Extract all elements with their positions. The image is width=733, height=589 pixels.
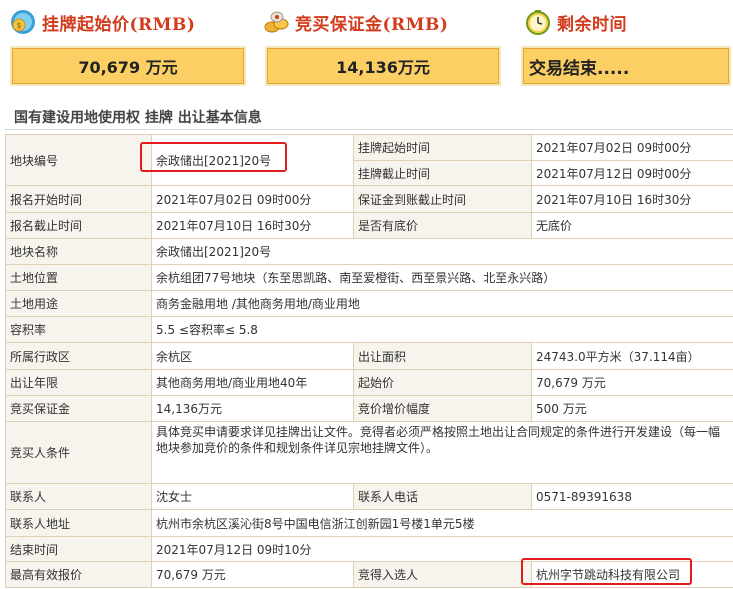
section-title-bar: 国有建设用地使用权 挂牌 出让基本信息 [5, 100, 733, 130]
address-value: 杭州市余杭区溪沁街8号中国电信浙江创新园1号楼1单元5楼 [151, 509, 733, 537]
deposit-deadline-value: 2021年07月10日 16时30分 [531, 185, 733, 213]
listing-end-value: 2021年07月12日 09时00分 [531, 160, 733, 186]
listing-start-label: 挂牌起始时间 [353, 134, 532, 161]
table-row: 容积率 5.5 ≤容积率≤ 5.8 [5, 316, 733, 343]
reg-start-value: 2021年07月02日 09时00分 [151, 185, 354, 213]
phone-value: 0571-89391638 [531, 483, 733, 510]
deposit-label: 竞买保证金(RMB) [295, 14, 449, 35]
reg-start-label: 报名开始时间 [5, 185, 152, 213]
remaining-time-panel: 剩余时间 交易结束..... [515, 0, 733, 96]
section-title: 国有建设用地使用权 挂牌 出让基本信息 [14, 110, 262, 126]
increment-label: 竞价增价幅度 [353, 395, 532, 422]
deposit-panel: 竞买保证金(RMB) 14,136万元 [257, 0, 507, 96]
table-row: 竞买人条件 具体竞买申请要求详见挂牌出让文件。竞得者必须严格按照土地出让合同规定… [5, 421, 733, 484]
land-info-table: 地块编号 余政储出[2021]20号 挂牌起始时间 2021年07月02日 09… [5, 134, 733, 588]
listing-price-header: $ 挂牌起始价(RMB) [10, 5, 195, 39]
summary-bar: $ 挂牌起始价(RMB) 70,679 万元 竞买保证金(RMB) 14,136… [0, 0, 733, 96]
plot-name-value: 余政储出[2021]20号 [151, 238, 733, 265]
bid-deposit-value: 14,136万元 [151, 395, 354, 422]
start-price-value: 70,679 万元 [531, 369, 733, 396]
winner-label: 竞得入选人 [353, 561, 532, 588]
listing-price-panel: $ 挂牌起始价(RMB) 70,679 万元 [0, 0, 250, 96]
bid-deposit-label: 竞买保证金 [5, 395, 152, 422]
land-use-label: 土地用途 [5, 290, 152, 317]
table-row: 报名开始时间 2021年07月02日 09时00分 保证金到账截止时间 2021… [5, 185, 733, 213]
term-value: 其他商务用地/商业用地40年 [151, 369, 354, 396]
conditions-label: 竞买人条件 [5, 421, 152, 484]
plot-name-label: 地块名称 [5, 238, 152, 265]
table-row: 土地用途 商务金融用地 /其他商务用地/商业用地 [5, 290, 733, 317]
reg-end-value: 2021年07月10日 16时30分 [151, 212, 354, 239]
highest-bid-value: 70,679 万元 [151, 561, 354, 588]
listing-end-label: 挂牌截止时间 [353, 160, 532, 186]
svg-text:$: $ [16, 21, 21, 30]
table-row: 联系人地址 杭州市余杭区溪沁街8号中国电信浙江创新园1号楼1单元5楼 [5, 509, 733, 537]
table-row: 所属行政区 余杭区 出让面积 24743.0平方米（37.114亩） [5, 342, 733, 370]
end-time-value: 2021年07月12日 09时10分 [151, 536, 733, 562]
deposit-header: 竞买保证金(RMB) [263, 5, 448, 39]
increment-value: 500 万元 [531, 395, 733, 422]
reserve-price-label: 是否有底价 [353, 212, 532, 239]
start-price-label: 起始价 [353, 369, 532, 396]
plot-no-label: 地块编号 [5, 134, 152, 186]
table-row: 土地位置 余杭组团77号地块（东至思凯路、南至爱橙街、西至景兴路、北至永兴路） [5, 264, 733, 291]
conditions-value: 具体竞买申请要求详见挂牌出让文件。竞得者必须严格按照土地出让合同规定的条件进行开… [151, 421, 733, 484]
location-value: 余杭组团77号地块（东至思凯路、南至爱橙街、西至景兴路、北至永兴路） [151, 264, 733, 291]
address-label: 联系人地址 [5, 509, 152, 537]
listing-price-value: 70,679 万元 [10, 46, 246, 86]
remaining-time-label: 剩余时间 [557, 14, 627, 35]
table-row: 出让年限 其他商务用地/商业用地40年 起始价 70,679 万元 [5, 369, 733, 396]
table-row: 地块名称 余政储出[2021]20号 [5, 238, 733, 265]
deposit-value: 14,136万元 [265, 46, 501, 86]
table-row: 最高有效报价 70,679 万元 竞得入选人 杭州字节跳动科技有限公司 [5, 561, 733, 588]
contact-value: 沈女士 [151, 483, 354, 510]
end-time-label: 结束时间 [5, 536, 152, 562]
money-bag-icon: $ [10, 9, 36, 35]
coins-icon [263, 9, 289, 35]
location-label: 土地位置 [5, 264, 152, 291]
reg-end-label: 报名截止时间 [5, 212, 152, 239]
plot-ratio-value: 5.5 ≤容积率≤ 5.8 [151, 316, 733, 343]
contact-label: 联系人 [5, 483, 152, 510]
plot-ratio-label: 容积率 [5, 316, 152, 343]
area-label: 出让面积 [353, 342, 532, 370]
table-row: 联系人 沈女士 联系人电话 0571-89391638 [5, 483, 733, 510]
reserve-price-value: 无底价 [531, 212, 733, 239]
winner-value: 杭州字节跳动科技有限公司 [531, 561, 733, 588]
district-value: 余杭区 [151, 342, 354, 370]
listing-price-label: 挂牌起始价(RMB) [42, 14, 196, 35]
term-label: 出让年限 [5, 369, 152, 396]
land-use-value: 商务金融用地 /其他商务用地/商业用地 [151, 290, 733, 317]
area-value: 24743.0平方米（37.114亩） [531, 342, 733, 370]
table-row: 竞买保证金 14,136万元 竞价增价幅度 500 万元 [5, 395, 733, 422]
highest-bid-label: 最高有效报价 [5, 561, 152, 588]
table-row: 结束时间 2021年07月12日 09时10分 [5, 536, 733, 562]
table-row: 报名截止时间 2021年07月10日 16时30分 是否有底价 无底价 [5, 212, 733, 239]
deposit-deadline-label: 保证金到账截止时间 [353, 185, 532, 213]
listing-start-value: 2021年07月02日 09时00分 [531, 134, 733, 161]
table-row: 地块编号 余政储出[2021]20号 挂牌起始时间 2021年07月02日 09… [5, 134, 733, 186]
remaining-time-header: 剩余时间 [525, 5, 627, 39]
clock-icon [525, 9, 551, 35]
district-label: 所属行政区 [5, 342, 152, 370]
remaining-time-value: 交易结束..... [521, 46, 731, 86]
plot-no-value: 余政储出[2021]20号 [151, 134, 354, 186]
phone-label: 联系人电话 [353, 483, 532, 510]
